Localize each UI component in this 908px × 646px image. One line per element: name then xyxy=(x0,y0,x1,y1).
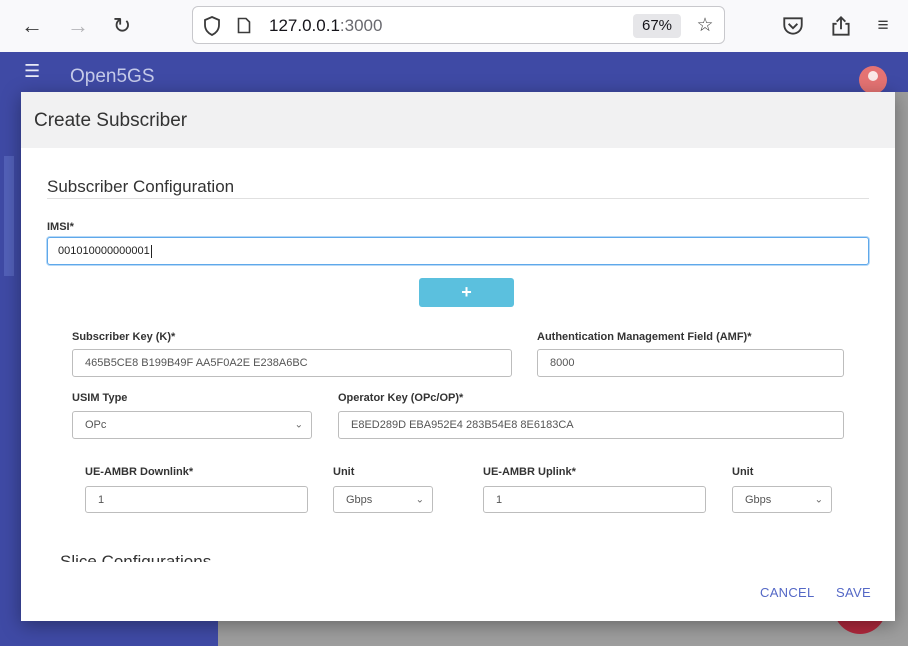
chevron-down-icon: ⌄ xyxy=(814,494,823,505)
imsi-label: IMSI* xyxy=(47,221,74,233)
avatar[interactable] xyxy=(859,66,887,94)
app-header: ☰ Open5GS xyxy=(0,52,908,92)
dialog-title: Create Subscriber xyxy=(34,110,188,131)
uplink-unit-label: Unit xyxy=(732,466,754,478)
subscriber-key-label: Subscriber Key (K)* xyxy=(72,331,176,343)
usim-type-label: USIM Type xyxy=(72,392,128,404)
bookmark-star-icon[interactable]: ☆ xyxy=(693,13,717,37)
back-arrow-icon[interactable]: ← xyxy=(18,12,46,40)
ambr-uplink-input[interactable]: 1 xyxy=(483,486,706,513)
section-divider xyxy=(47,198,869,199)
operator-key-input[interactable]: E8ED289D EBA952E4 283B54E8 8E6183CA xyxy=(338,411,844,439)
section-title: Subscriber Configuration xyxy=(47,177,235,196)
url-text: 127.0.0.1:3000 xyxy=(269,16,383,35)
hamburger-icon[interactable]: ☰ xyxy=(24,61,40,82)
forward-arrow-icon[interactable]: → xyxy=(64,12,92,40)
uplink-unit-select[interactable]: Gbps ⌄ xyxy=(732,486,832,513)
downlink-unit-select[interactable]: Gbps ⌄ xyxy=(333,486,433,513)
menu-icon[interactable]: ≡ xyxy=(871,14,895,38)
browser-toolbar: ← → ↻ 127.0.0.1:3000 67% ☆ ≡ xyxy=(0,0,908,53)
amf-input[interactable]: 8000 xyxy=(537,349,844,377)
chevron-down-icon: ⌄ xyxy=(415,494,424,505)
dialog-header: Create Subscriber xyxy=(21,92,895,148)
cancel-button[interactable]: CANCEL xyxy=(760,585,815,600)
share-icon[interactable] xyxy=(829,14,853,38)
save-button[interactable]: SAVE xyxy=(836,585,871,600)
page-icon xyxy=(237,17,251,34)
ambr-downlink-input[interactable]: 1 xyxy=(85,486,308,513)
text-caret xyxy=(150,244,152,258)
operator-key-label: Operator Key (OPc/OP)* xyxy=(338,392,464,404)
chevron-down-icon: ⌄ xyxy=(294,419,303,431)
subscriber-key-input[interactable]: 465B5CE8 B199B49F AA5F0A2E E238A6BC xyxy=(72,349,512,377)
zoom-level-badge[interactable]: 67% xyxy=(633,14,681,38)
amf-label: Authentication Management Field (AMF)* xyxy=(537,331,752,343)
usim-type-select[interactable]: OPc ⌄ xyxy=(72,411,312,439)
ambr-downlink-label: UE-AMBR Downlink* xyxy=(85,466,194,478)
shield-icon xyxy=(204,16,220,36)
create-subscriber-dialog: Create Subscriber Subscriber Configurati… xyxy=(21,92,895,621)
downlink-unit-label: Unit xyxy=(333,466,355,478)
app-title: Open5GS xyxy=(70,66,155,87)
add-button[interactable]: + xyxy=(419,278,514,307)
address-bar[interactable]: 127.0.0.1:3000 67% ☆ xyxy=(192,6,725,44)
pocket-icon[interactable] xyxy=(781,14,805,38)
ambr-uplink-label: UE-AMBR Uplink* xyxy=(483,466,576,478)
reload-icon[interactable]: ↻ xyxy=(108,12,136,40)
imsi-input[interactable]: 001010000000001 xyxy=(47,237,869,265)
